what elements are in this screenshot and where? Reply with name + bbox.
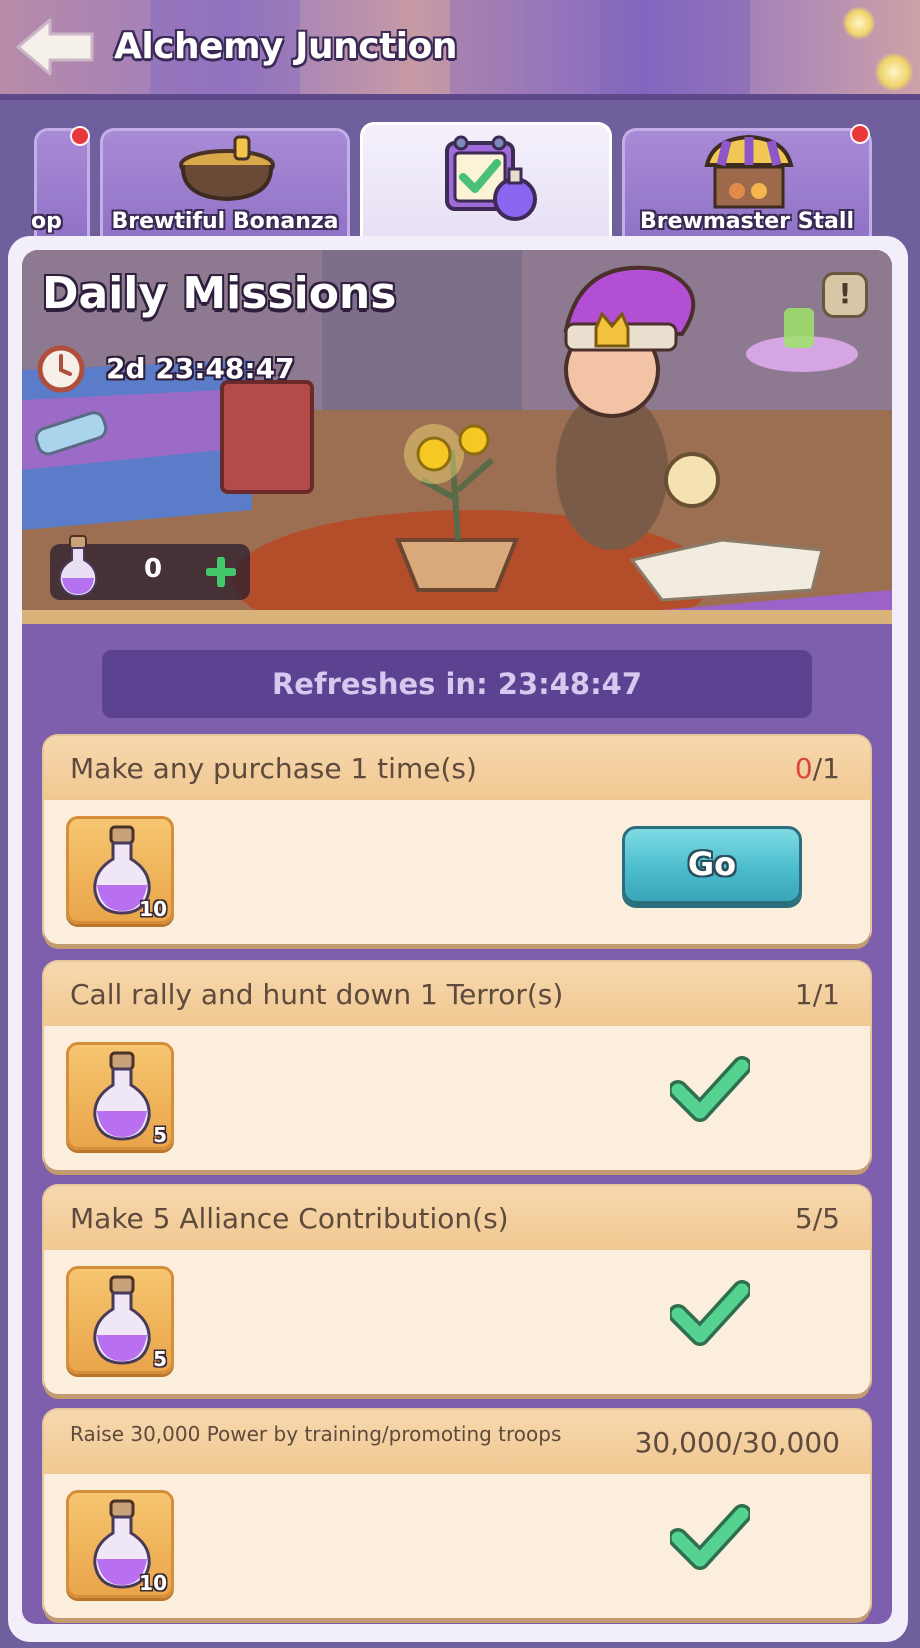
tab-brewtiful-bonanza[interactable]: Brewtiful Bonanza <box>100 128 350 240</box>
mission-progress: 30,000/30,000 <box>634 1426 840 1459</box>
cauldron-icon <box>179 135 275 202</box>
tab-brewmaster-stall[interactable]: Brewmaster Stall <box>622 128 872 240</box>
back-arrow-icon[interactable] <box>14 14 98 80</box>
notification-dot <box>850 124 870 144</box>
reward-quantity: 5 <box>153 1347 167 1371</box>
potion-icon <box>93 1051 151 1141</box>
mission-title: Call rally and hunt down 1 Terror(s) <box>70 978 564 1011</box>
potion-icon <box>93 1275 151 1365</box>
notification-dot <box>70 126 90 146</box>
reward-quantity: 10 <box>139 897 167 921</box>
mission-title: Raise 30,000 Power by training/promoting… <box>70 1422 562 1446</box>
tab-label: Brewtiful Bonanza <box>111 209 339 234</box>
potion-count: 0 <box>144 554 163 584</box>
banner-title: Daily Missions <box>42 268 397 319</box>
decor-tile <box>450 0 600 94</box>
clock-icon <box>37 345 85 393</box>
timer-text: 2d 23:48:47 <box>106 352 295 385</box>
refresh-timer-bar: Refreshes in: 23:48:47 <box>102 650 812 718</box>
mission-card: Call rally and hunt down 1 Terror(s) 1/1… <box>44 962 870 1170</box>
reward-potion-item[interactable]: 5 <box>66 1266 174 1374</box>
mission-title: Make 5 Alliance Contribution(s) <box>70 1202 509 1235</box>
potion-icon <box>58 535 98 598</box>
mission-progress: 5/5 <box>794 1202 840 1235</box>
tab-bar: op Brewtiful Bonanza Brewmaster Stall <box>0 100 920 240</box>
potion-counter: 0 <box>50 535 250 600</box>
sparkle-icon <box>874 52 914 92</box>
event-timer: 2d 23:48:47 <box>36 344 295 394</box>
reward-potion-item[interactable]: 10 <box>66 816 174 924</box>
market-stall-icon <box>704 135 794 209</box>
mission-card: Raise 30,000 Power by training/promoting… <box>44 1410 870 1618</box>
add-icon[interactable] <box>206 557 236 587</box>
tab-daily-missions[interactable] <box>360 122 612 240</box>
reward-potion-item[interactable]: 10 <box>66 1490 174 1598</box>
check-icon <box>670 1504 750 1570</box>
mission-card: Make any purchase 1 time(s) 0/1 10 Go <box>44 736 870 944</box>
mission-card: Make 5 Alliance Contribution(s) 5/5 5 <box>44 1186 870 1394</box>
mission-progress: 0/1 <box>794 752 840 785</box>
mission-progress: 1/1 <box>794 978 840 1011</box>
info-button[interactable]: ! <box>822 272 868 318</box>
check-icon <box>670 1280 750 1346</box>
check-icon <box>670 1056 750 1122</box>
reward-quantity: 10 <box>139 1571 167 1595</box>
go-button[interactable]: Go <box>622 826 802 904</box>
mission-title: Make any purchase 1 time(s) <box>70 752 477 785</box>
tab-label: Brewmaster Stall <box>640 209 854 234</box>
tab-label: op <box>31 209 62 234</box>
reward-quantity: 5 <box>153 1123 167 1147</box>
decor-tile <box>600 0 750 94</box>
mission-checklist-icon <box>445 135 537 221</box>
page-title: Alchemy Junction <box>114 26 458 67</box>
reward-potion-item[interactable]: 5 <box>66 1042 174 1150</box>
sparkle-icon <box>842 6 876 40</box>
